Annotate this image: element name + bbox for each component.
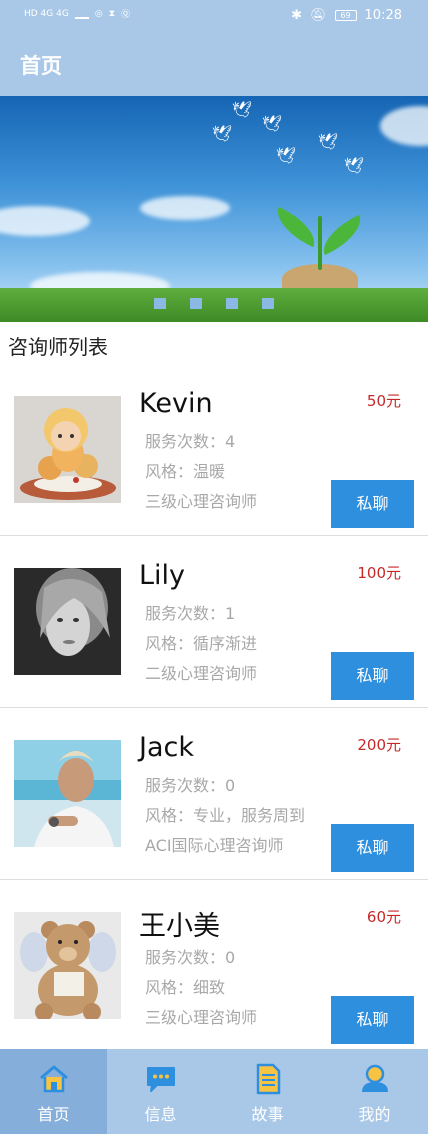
counselor-item[interactable]: Jack 200元 服务次数：0 风格：专业，服务周到 ACI国际心理咨询师 私…: [0, 708, 428, 880]
cloud-decoration: [0, 206, 90, 236]
service-count: 服务次数：4: [145, 432, 236, 451]
hourglass-icon: ⧗: [108, 8, 116, 19]
service-count: 服务次数：0: [145, 948, 236, 967]
counselor-name: 王小美: [139, 911, 220, 942]
status-right: ✱ 🔕︎ 69 10:28: [291, 8, 402, 23]
counselor-style: 风格：细致: [145, 978, 226, 997]
wifi-icon: ◎: [94, 8, 103, 19]
sprout-decoration: [318, 216, 322, 270]
status-bar: HD 4G 4G ◎ ⧗ Ⓠ ✱ 🔕︎ 69 10:28: [0, 0, 428, 32]
carousel-dot[interactable]: [190, 298, 202, 309]
bluetooth-icon: ✱: [291, 8, 303, 23]
avatar: [14, 740, 121, 847]
bird-decoration: 🕊︎: [276, 146, 297, 165]
counselor-level: 二级心理咨询师: [145, 664, 258, 683]
counselor-price: 100元: [357, 564, 401, 582]
mute-icon: 🔕︎: [310, 8, 327, 23]
bird-decoration: 🕊︎: [318, 132, 339, 151]
private-chat-button[interactable]: 私聊: [331, 824, 414, 872]
cloud-decoration: [380, 106, 428, 146]
user-icon: [362, 1064, 388, 1092]
counselor-item[interactable]: Kevin 50元 服务次数：4 风格：温暖 三级心理咨询师 私聊: [0, 364, 428, 536]
bird-decoration: 🕊︎: [232, 100, 253, 119]
bird-decoration: 🕊︎: [344, 156, 365, 175]
banner-carousel[interactable]: 🕊︎ 🕊︎ 🕊︎ 🕊︎ 🕊︎ 🕊︎: [0, 96, 428, 322]
counselor-price: 200元: [357, 736, 401, 754]
avatar: [14, 912, 121, 1019]
leaf-decoration: [269, 206, 323, 248]
signal-icon: [74, 9, 89, 19]
bird-decoration: 🕊︎: [262, 114, 283, 133]
counselor-item[interactable]: 王小美 60元 服务次数：0 风格：细致 三级心理咨询师 私聊: [0, 880, 428, 1052]
counselor-level: 三级心理咨询师: [145, 1008, 258, 1027]
nav-label: 故事: [251, 1105, 284, 1124]
bird-decoration: 🕊︎: [212, 124, 233, 143]
signal-indicators: HD 4G 4G ◎ ⧗ Ⓠ: [24, 7, 131, 21]
private-chat-button[interactable]: 私聊: [331, 652, 414, 700]
nav-label: 首页: [37, 1105, 70, 1124]
private-chat-button[interactable]: 私聊: [331, 480, 414, 528]
counselor-name: Jack: [139, 732, 194, 763]
avatar: [14, 396, 121, 503]
nav-item-messages[interactable]: 信息: [107, 1049, 214, 1134]
home-icon: [40, 1065, 68, 1093]
avatar: [14, 568, 121, 675]
battery-icon: 69: [334, 10, 357, 21]
nav-item-profile[interactable]: 我的: [321, 1049, 428, 1134]
service-count: 服务次数：1: [145, 604, 236, 623]
title-bar: 首页: [0, 32, 428, 96]
nav-item-home[interactable]: 首页: [0, 1049, 107, 1134]
counselor-level: 三级心理咨询师: [145, 492, 258, 511]
nav-label: 我的: [358, 1105, 391, 1124]
counselor-price: 50元: [366, 392, 401, 410]
carousel-dot[interactable]: [226, 298, 238, 309]
carousel-dot[interactable]: [154, 298, 166, 309]
counselor-style: 风格：循序渐进: [145, 634, 258, 653]
status-time: 10:28: [364, 8, 402, 23]
counselor-item[interactable]: Lily 100元 服务次数：1 风格：循序渐进 二级心理咨询师 私聊: [0, 536, 428, 708]
carousel-dot[interactable]: [262, 298, 274, 309]
private-chat-button[interactable]: 私聊: [331, 996, 414, 1044]
nav-item-stories[interactable]: 故事: [214, 1049, 321, 1134]
leaf-decoration: [315, 214, 369, 256]
document-icon: [256, 1063, 281, 1095]
cloud-decoration: [140, 196, 230, 220]
counselor-price: 60元: [366, 908, 401, 926]
counselor-name: Kevin: [139, 388, 213, 419]
section-title: 咨询师列表: [8, 335, 108, 359]
bottom-nav: 首页 信息 故事 我的: [0, 1049, 428, 1134]
page-title: 首页: [20, 54, 62, 78]
carousel-indicators: [154, 298, 274, 309]
counselor-level: ACI国际心理咨询师: [145, 836, 284, 855]
counselor-style: 风格：温暖: [145, 462, 226, 481]
app-icon: Ⓠ: [121, 10, 131, 20]
counselor-name: Lily: [139, 560, 186, 591]
status-left-text: HD 4G 4G: [24, 8, 69, 19]
counselor-style: 风格：专业，服务周到: [145, 806, 306, 825]
service-count: 服务次数：0: [145, 776, 236, 795]
message-icon: [147, 1067, 175, 1092]
nav-label: 信息: [144, 1105, 177, 1124]
